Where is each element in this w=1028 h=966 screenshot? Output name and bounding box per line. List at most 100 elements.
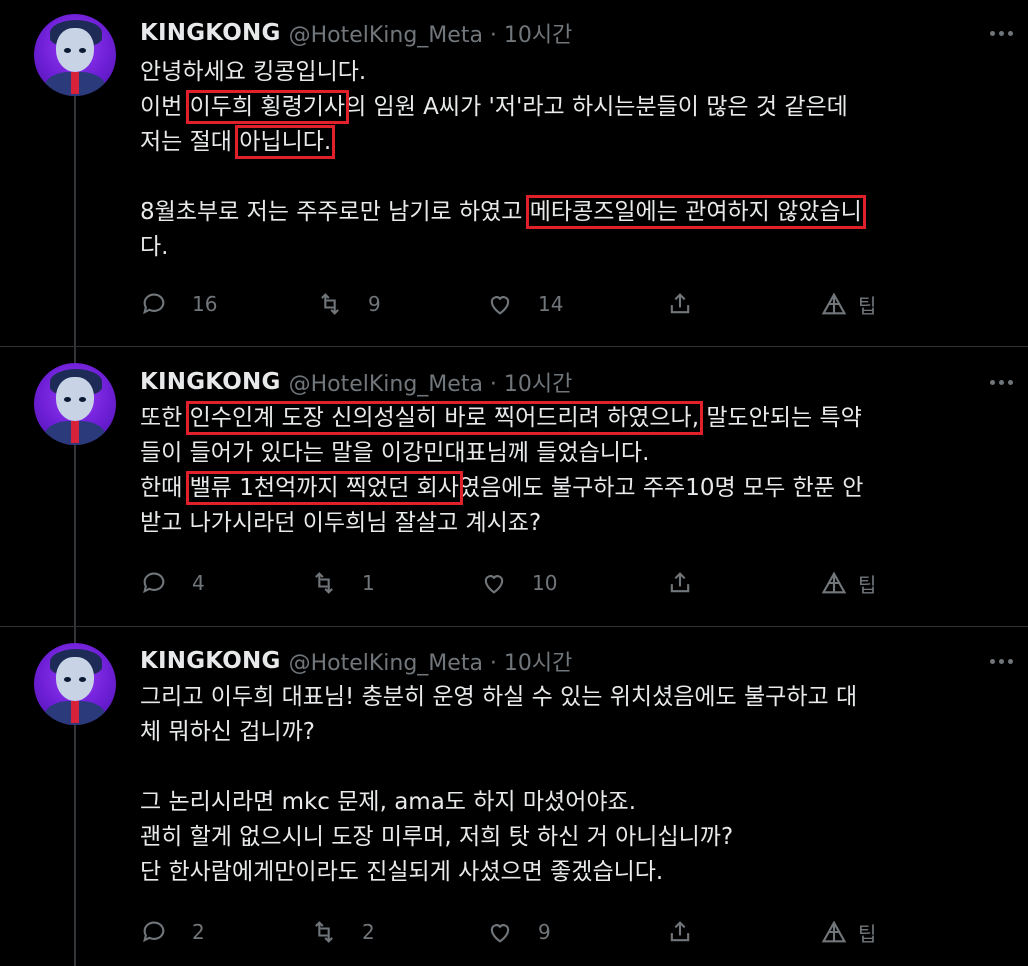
tweet-text-segment: 안녕하세요 킹콩입니다. xyxy=(140,59,367,85)
tweet-text: 안녕하세요 킹콩입니다. 이번 이두희 횡령기사의 임원 A씨가 '저'라고 하시… xyxy=(140,55,1020,265)
retweet-button[interactable]: 9 xyxy=(316,284,381,324)
tweet-line: 체 뭐하신 겁니까? xyxy=(140,715,1020,750)
tip-label: 팁 xyxy=(858,572,877,597)
tweet-text-segment: 들이 들어가 있다는 말을 이강민대표님께 들었습니다. xyxy=(140,440,650,466)
reply-count: 4 xyxy=(192,571,205,595)
share-button[interactable] xyxy=(666,284,694,324)
like-button[interactable]: 14 xyxy=(486,284,563,324)
tweet-actions: 16 9 14 팁 xyxy=(140,284,1020,324)
avatar[interactable] xyxy=(34,14,116,96)
tweet-header: KINGKONG @HotelKing_Meta · 10시간 xyxy=(140,367,572,397)
tweet-text-segment: 받고 나가시라던 이두희님 잘살고 계시죠? xyxy=(140,510,542,536)
tweet-line: 또한 인수인계 도장 신의성실히 바로 찍어드리려 하였으나, 말도안되는 특약 xyxy=(140,401,1020,436)
highlighted-text: 밸류 1천억까지 찍었던 회사 xyxy=(185,471,463,505)
more-icon[interactable] xyxy=(990,646,1013,676)
heart-icon xyxy=(490,924,510,943)
tip-label: 팁 xyxy=(858,293,877,318)
retweet-count: 9 xyxy=(368,292,381,316)
avatar[interactable] xyxy=(34,643,116,725)
user-handle-time[interactable]: @HotelKing_Meta · 10시간 xyxy=(289,366,573,398)
tweet-line: 안녕하세요 킹콩입니다. xyxy=(140,55,1020,90)
tweet-line xyxy=(140,750,1020,785)
tweet-text-segment: 의 임원 A씨가 '저'라고 하시는분들이 많은 것 같은데 xyxy=(345,94,848,120)
heart-icon xyxy=(490,296,510,315)
share-button[interactable] xyxy=(666,912,694,952)
tweet-text-segment: 8월초부로 저는 주주로만 남기로 하였고 xyxy=(140,199,530,225)
tweet-line: 다. xyxy=(140,230,1020,265)
reply-button[interactable]: 4 xyxy=(140,563,205,603)
tweet-text-segment: 였음에도 불구하고 주주10명 모두 한푼 안 xyxy=(458,475,864,501)
tweet-text: 그리고 이두희 대표님! 충분히 운영 하실 수 있는 위치셨음에도 불구하고 … xyxy=(140,680,1020,890)
tip-button[interactable]: 팁 xyxy=(820,284,876,324)
reply-icon xyxy=(143,921,165,943)
user-name[interactable]: KINGKONG xyxy=(140,648,281,674)
tweet-text-segment: 한때 xyxy=(140,475,190,501)
share-icon xyxy=(670,293,690,314)
tweet-text-segment: 저는 절대 xyxy=(140,129,240,155)
retweet-count: 2 xyxy=(362,920,375,944)
like-button[interactable]: 9 xyxy=(486,912,551,952)
reply-icon xyxy=(143,293,165,315)
tweet-text-segment: 체 뭐하신 겁니까? xyxy=(140,719,315,745)
tweet-header: KINGKONG @HotelKing_Meta · 10시간 xyxy=(140,18,572,48)
tweet-text-segment: 그리고 이두희 대표님! 충분히 운영 하실 수 있는 위치셨음에도 불구하고 … xyxy=(140,684,858,710)
tweet-line: 그리고 이두희 대표님! 충분히 운영 하실 수 있는 위치셨음에도 불구하고 … xyxy=(140,680,1020,715)
share-icon xyxy=(670,921,690,942)
user-name[interactable]: KINGKONG xyxy=(140,20,281,46)
user-handle-time[interactable]: @HotelKing_Meta · 10시간 xyxy=(289,645,573,677)
tip-button[interactable]: 팁 xyxy=(820,912,876,952)
share-button[interactable] xyxy=(666,563,694,603)
like-count: 14 xyxy=(538,292,564,316)
user-handle-time[interactable]: @HotelKing_Meta · 10시간 xyxy=(289,17,573,49)
reply-count: 16 xyxy=(192,292,218,316)
tweet-line: 8월초부로 저는 주주로만 남기로 하였고 메타콩즈일에는 관여하지 않았습니 xyxy=(140,195,1020,230)
highlighted-text: 아닙니다. xyxy=(235,125,336,159)
avatar[interactable] xyxy=(34,363,116,445)
like-count: 10 xyxy=(532,571,558,595)
tweet-text-segment: 그 논리시라면 mkc 문제, ama도 하지 마셨어야죠. xyxy=(140,789,637,815)
retweet-icon xyxy=(321,293,339,315)
tweet-text-segment: 또한 xyxy=(140,405,190,431)
reply-button[interactable]: 2 xyxy=(140,912,205,952)
tweet-line: 저는 절대 아닙니다. xyxy=(140,125,1020,160)
tweet-line: 들이 들어가 있다는 말을 이강민대표님께 들었습니다. xyxy=(140,436,1020,471)
highlighted-text: 인수인계 도장 신의성실히 바로 찍어드리려 하였으나, xyxy=(185,401,704,435)
tweet-text-segment: 단 한사람에게만이라도 진실되게 사셨으면 좋겠습니다. xyxy=(140,859,664,885)
thread-line xyxy=(74,96,76,966)
tweet-line: 이번 이두희 횡령기사의 임원 A씨가 '저'라고 하시는분들이 많은 것 같은… xyxy=(140,90,1020,125)
retweet-button[interactable]: 1 xyxy=(310,563,375,603)
more-icon[interactable] xyxy=(990,367,1013,397)
retweet-icon xyxy=(315,572,333,594)
tip-icon xyxy=(821,292,847,315)
like-count: 9 xyxy=(538,920,551,944)
share-icon xyxy=(670,572,690,593)
reply-icon xyxy=(143,572,165,594)
divider xyxy=(0,626,1028,627)
retweet-button[interactable]: 2 xyxy=(310,912,375,952)
tweet-text-segment: 말도안되는 특약 xyxy=(699,405,862,431)
divider xyxy=(0,346,1028,347)
reply-button[interactable]: 16 xyxy=(140,284,217,324)
tweet-line: 그 논리시라면 mkc 문제, ama도 하지 마셨어야죠. xyxy=(140,785,1020,820)
tweet-line: 받고 나가시라던 이두희님 잘살고 계시죠? xyxy=(140,506,1020,541)
retweet-count: 1 xyxy=(362,571,375,595)
tip-button[interactable]: 팁 xyxy=(820,563,876,603)
user-name[interactable]: KINGKONG xyxy=(140,369,281,395)
reply-count: 2 xyxy=(192,920,205,944)
tweet-header: KINGKONG @HotelKing_Meta · 10시간 xyxy=(140,646,572,676)
tweet-text-segment: 괜히 할게 없으시니 도장 미루며, 저희 탓 하신 거 아니십니까? xyxy=(140,824,734,850)
more-icon[interactable] xyxy=(990,18,1013,48)
tweet-actions: 2 2 9 팁 xyxy=(140,912,1020,952)
tip-label: 팁 xyxy=(858,921,877,946)
highlighted-text: 이두희 횡령기사 xyxy=(185,90,350,124)
tweet-line: 괜히 할게 없으시니 도장 미루며, 저희 탓 하신 거 아니십니까? xyxy=(140,820,1020,855)
tip-icon xyxy=(821,571,847,594)
tweet-actions: 4 1 10 팁 xyxy=(140,563,1020,603)
tip-icon xyxy=(821,920,847,943)
heart-icon xyxy=(484,575,504,594)
tweet-text: 또한 인수인계 도장 신의성실히 바로 찍어드리려 하였으나, 말도안되는 특약… xyxy=(140,401,1020,541)
tweet-line xyxy=(140,160,1020,195)
highlighted-text: 메타콩즈일에는 관여하지 않았습니 xyxy=(525,195,866,229)
retweet-icon xyxy=(315,921,333,943)
like-button[interactable]: 10 xyxy=(480,563,557,603)
